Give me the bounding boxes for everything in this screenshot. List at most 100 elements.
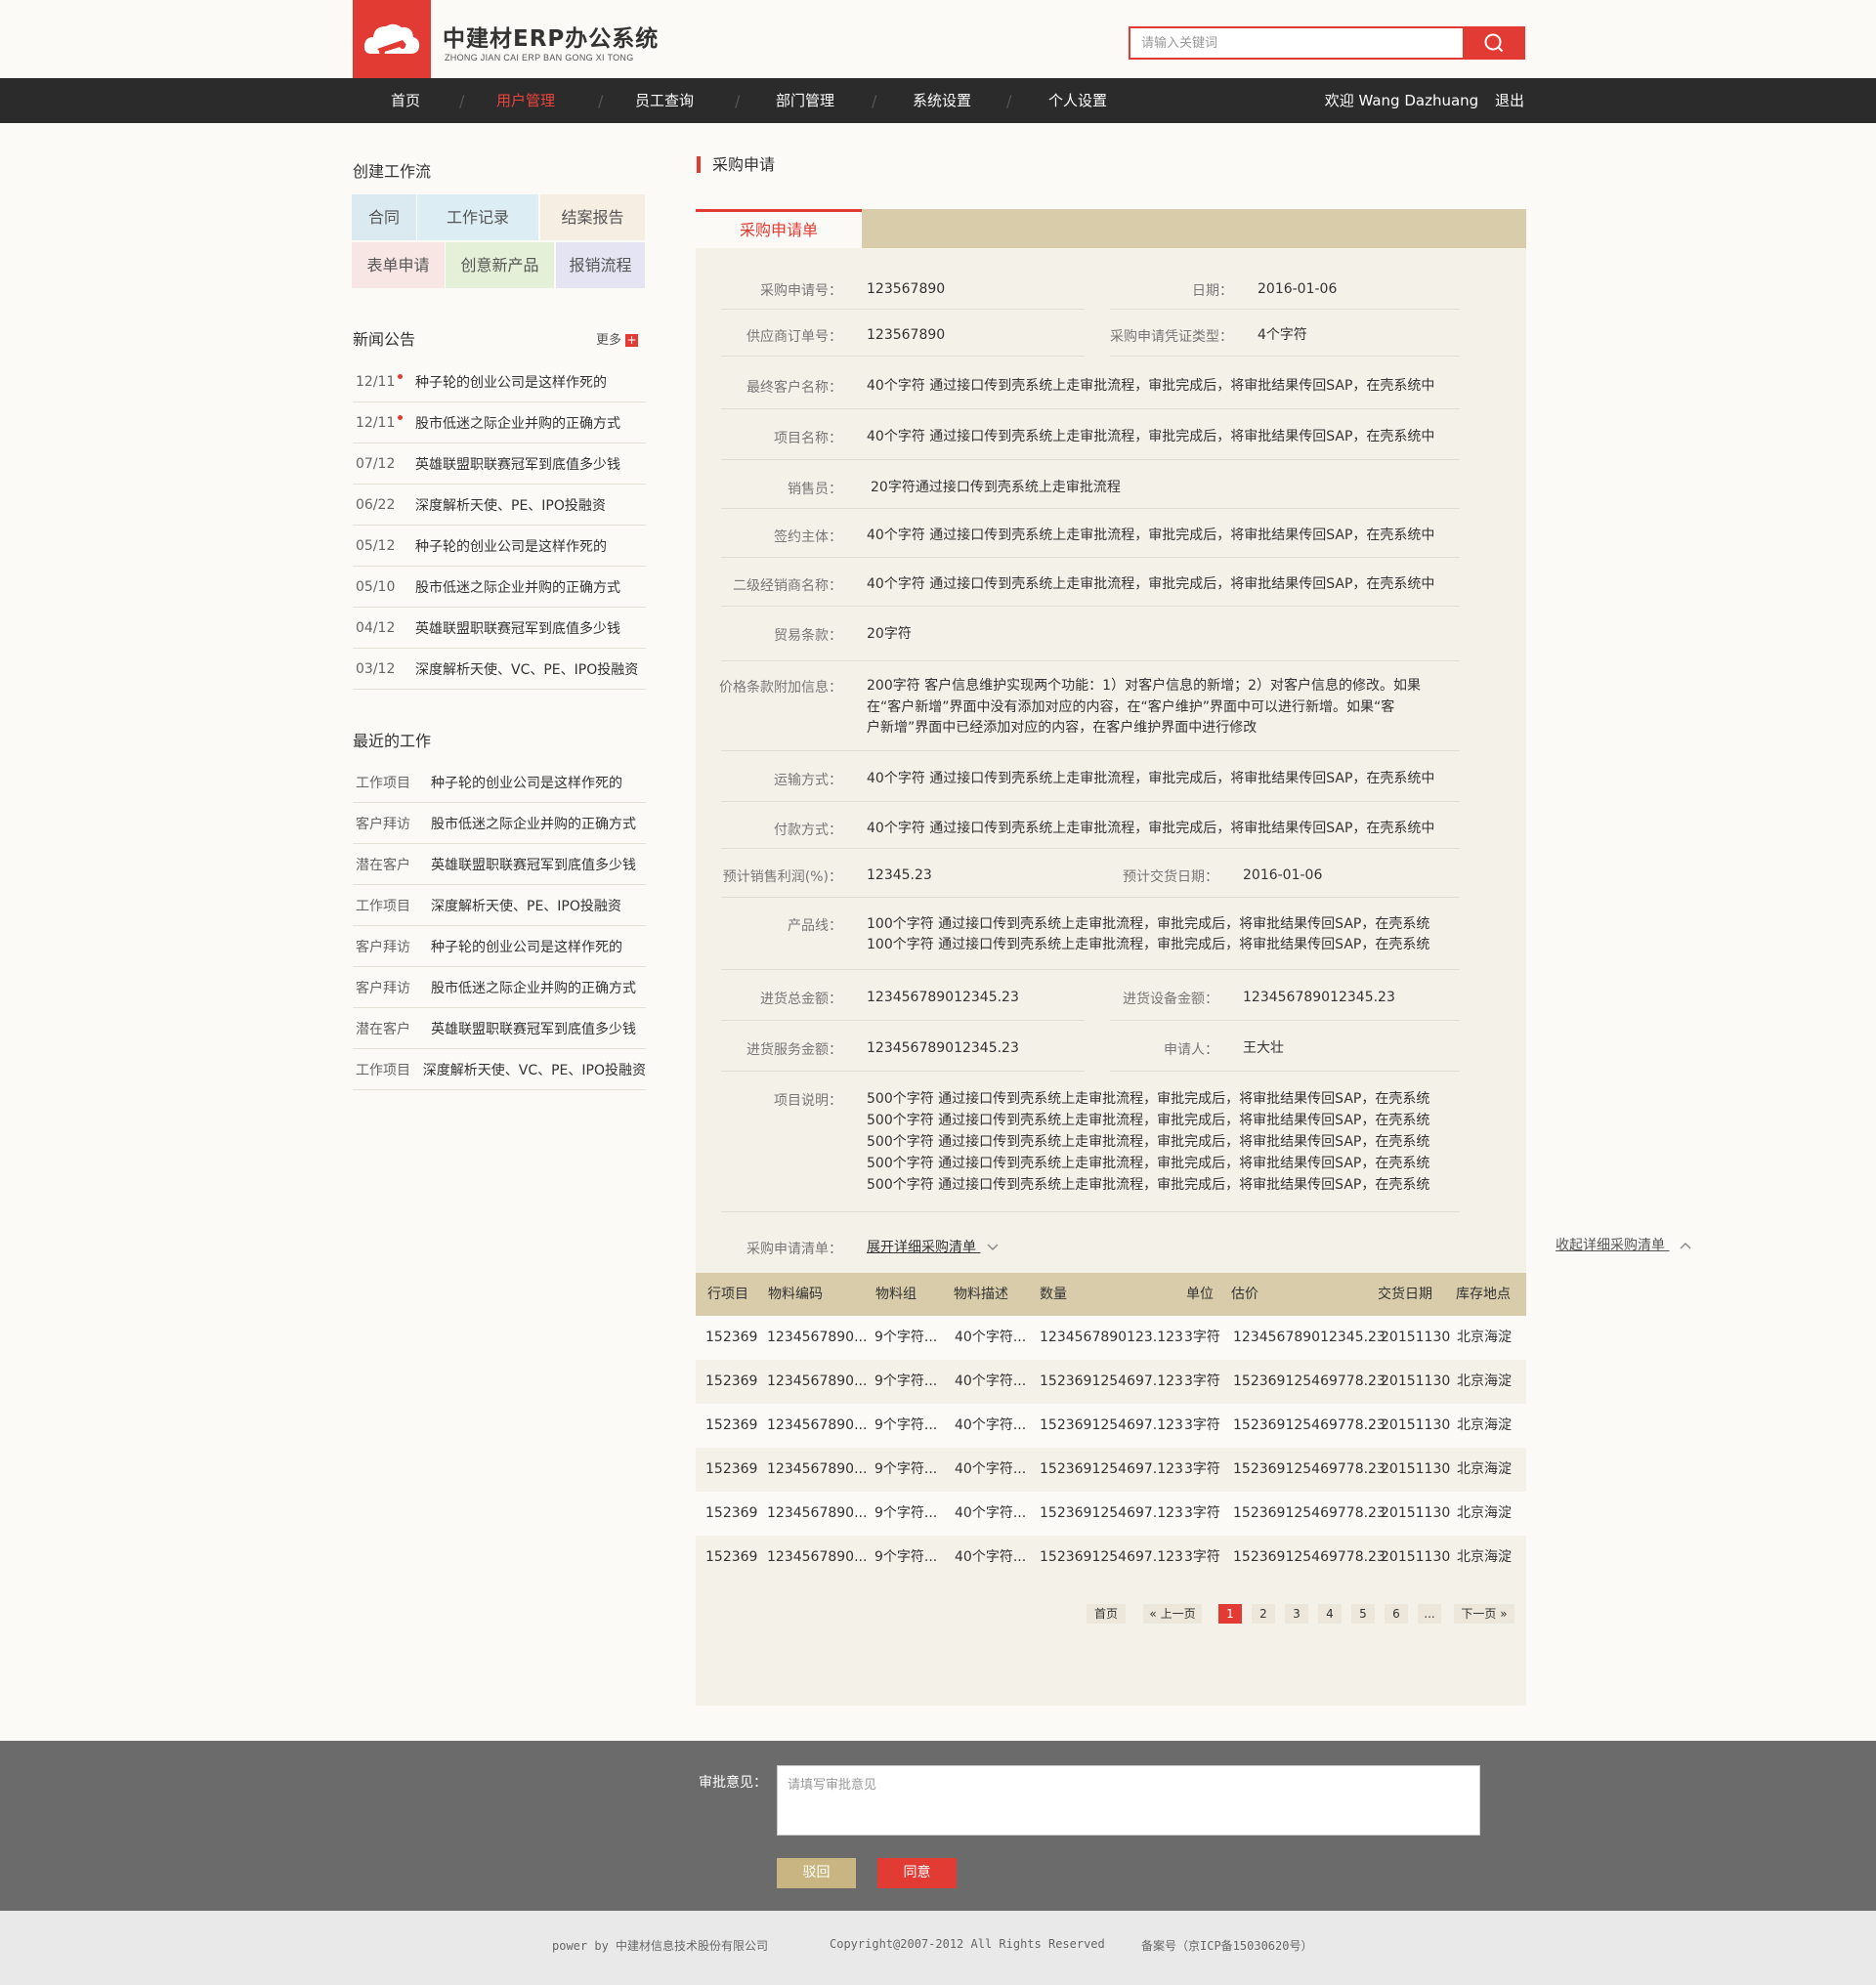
recent-work-item[interactable]: 客户拜访 种子轮的创业公司是这样作死的 xyxy=(353,926,646,967)
table-row[interactable]: 152369 1234567890... 9个字符... 40个字符... 152369… xyxy=(696,1404,1526,1448)
news-item[interactable]: 12/11 种子轮的创业公司是这样作死的 xyxy=(353,361,646,402)
news-date-text: 05/10 xyxy=(356,578,396,595)
workflow-tiles: 合同 工作记录 结案报告 表单申请 创意新产品 报销流程 xyxy=(352,194,645,290)
field-value-transport: 40个字符 通过接口传到壳系统上走审批流程，审批完成后，将审批结果传回SAP，在… xyxy=(867,771,1435,786)
search-button[interactable] xyxy=(1463,28,1523,58)
nav-item-employee-query[interactable]: 员工查询 xyxy=(633,78,696,123)
table-cell: 20151130 xyxy=(1381,1373,1451,1389)
recent-work-kind: 工作项目 xyxy=(356,1062,410,1078)
recent-work-item[interactable]: 工作项目 种子轮的创业公司是这样作死的 xyxy=(353,762,646,803)
table-header-cell[interactable]: 估价 xyxy=(1231,1273,1258,1316)
table-cell: 20151130 xyxy=(1381,1461,1451,1477)
recent-work-item[interactable]: 客户拜访 股市低迷之际企业并购的正确方式 xyxy=(353,803,646,844)
pager-first-button[interactable]: 首页 xyxy=(1087,1604,1126,1624)
field-label: 二级经销商名称： xyxy=(733,578,842,594)
table-header-cell[interactable]: 物料编码 xyxy=(768,1273,823,1316)
review-textarea[interactable] xyxy=(777,1765,1480,1836)
news-item[interactable]: 05/12 种子轮的创业公司是这样作死的 xyxy=(353,526,646,567)
recent-work-item[interactable]: 工作项目 深度解析天使、VC、PE、IPO投融资 xyxy=(353,1049,646,1090)
table-cell: 3字符 xyxy=(1184,1330,1220,1345)
tab-bar: 采购申请单 xyxy=(696,209,1526,248)
pager-page-button[interactable]: 6 xyxy=(1385,1604,1408,1624)
news-date-text: 12/11 xyxy=(356,414,396,431)
expand-list-link[interactable]: 展开详细采购清单 xyxy=(867,1237,1000,1256)
tile-contract[interactable]: 合同 xyxy=(352,194,416,240)
nav-separator: / xyxy=(872,92,877,110)
nav-item-department[interactable]: 部门管理 xyxy=(774,78,836,123)
nav-item-system-settings[interactable]: 系统设置 xyxy=(911,78,973,123)
table-header-cell[interactable]: 交货日期 xyxy=(1378,1273,1432,1316)
recent-work-kind: 潜在客户 xyxy=(356,857,410,873)
field-label: 销售员： xyxy=(788,482,842,497)
table-header-cell[interactable]: 物料描述 xyxy=(954,1273,1008,1316)
table-cell: 北京海淀 xyxy=(1457,1417,1512,1433)
table-row[interactable]: 152369 1234567890... 9个字符... 40个字符... 152369… xyxy=(696,1536,1526,1580)
logo[interactable] xyxy=(353,0,431,78)
table-header-cell[interactable]: 物料组 xyxy=(875,1273,917,1316)
pager-next-button[interactable]: 下一页 » xyxy=(1454,1604,1514,1624)
divider xyxy=(1110,1071,1460,1072)
pager-page-button[interactable]: 3 xyxy=(1285,1604,1308,1624)
table-cell: 152369 xyxy=(705,1461,758,1477)
tile-form-request[interactable]: 表单申请 xyxy=(352,242,445,288)
reject-button[interactable]: 驳回 xyxy=(777,1858,856,1888)
tile-case-report[interactable]: 结案报告 xyxy=(540,194,645,240)
agree-button[interactable]: 同意 xyxy=(877,1858,957,1888)
nav-separator: / xyxy=(735,92,741,110)
pager-prev-button[interactable]: « 上一页 xyxy=(1143,1604,1202,1624)
table-header: 行项目 物料编码 物料组 物料描述 数量 单位 估价 交货日期 库存地点 xyxy=(696,1273,1526,1316)
tile-reimbursement[interactable]: 报销流程 xyxy=(556,242,645,288)
table-cell: 3字符 xyxy=(1184,1373,1220,1389)
table-cell: 152369 xyxy=(705,1549,758,1565)
news-item[interactable]: 06/22 深度解析天使、PE、IPO投融资 xyxy=(353,485,646,526)
table-row[interactable]: 152369 1234567890... 9个字符... 40个字符... 152369… xyxy=(696,1360,1526,1404)
field-label: 供应商订单号： xyxy=(746,329,842,345)
divider xyxy=(721,459,1460,460)
recent-work-item[interactable]: 客户拜访 股市低迷之际企业并购的正确方式 xyxy=(353,967,646,1008)
table-header-cell[interactable]: 单位 xyxy=(1186,1273,1214,1316)
pager-page-button[interactable]: 1 xyxy=(1218,1604,1242,1624)
tile-work-record[interactable]: 工作记录 xyxy=(417,194,538,240)
nav-item-personal-settings[interactable]: 个人设置 xyxy=(1046,78,1109,123)
news-title: 种子轮的创业公司是这样作死的 xyxy=(415,538,607,555)
table-row[interactable]: 152369 1234567890... 9个字符... 40个字符... 152369… xyxy=(696,1448,1526,1492)
nav-item-user-management[interactable]: 用户管理 xyxy=(487,78,565,123)
news-item[interactable]: 04/12 英雄联盟职联赛冠军到底值多少钱 xyxy=(353,608,646,649)
table-row[interactable]: 152369 1234567890... 9个字符... 40个字符... 152369… xyxy=(696,1492,1526,1536)
recent-work-item[interactable]: 潜在客户 英雄联盟职联赛冠军到底值多少钱 xyxy=(353,844,646,885)
table-header-cell[interactable]: 库存地点 xyxy=(1456,1273,1511,1316)
pager-page-button[interactable]: 4 xyxy=(1318,1604,1342,1624)
table-row[interactable]: 152369 1234567890... 9个字符... 40个字符... 123456… xyxy=(696,1316,1526,1360)
news-item[interactable]: 05/10 股市低迷之际企业并购的正确方式 xyxy=(353,567,646,608)
search-input[interactable] xyxy=(1130,28,1463,58)
pager-page-button[interactable]: 2 xyxy=(1252,1604,1275,1624)
news-more-link[interactable]: 更多 + xyxy=(596,329,639,348)
news-date: 12/11 xyxy=(353,414,415,431)
field-label: 项目名称： xyxy=(774,431,842,446)
collapse-list-link[interactable]: 收起详细采购清单 xyxy=(1556,1235,1692,1254)
logout-link[interactable]: 退出 xyxy=(1495,92,1524,109)
recent-work-title: 英雄联盟职联赛冠军到底值多少钱 xyxy=(431,1021,636,1037)
recent-work-title: 深度解析天使、VC、PE、IPO投融资 xyxy=(422,1062,646,1078)
nav-item-home[interactable]: 首页 xyxy=(383,78,428,123)
table-cell: 北京海淀 xyxy=(1457,1461,1512,1477)
recent-work-item[interactable]: 潜在客户 英雄联盟职联赛冠军到底值多少钱 xyxy=(353,1008,646,1049)
tab-purchase-request[interactable]: 采购申请单 xyxy=(696,209,862,248)
divider xyxy=(721,557,1460,558)
table-header-cell[interactable]: 数量 xyxy=(1040,1273,1067,1316)
tile-new-product[interactable]: 创意新产品 xyxy=(446,242,554,288)
recent-work-item[interactable]: 工作项目 深度解析天使、PE、IPO投融资 xyxy=(353,885,646,926)
table-cell: 1234567890... xyxy=(767,1549,868,1565)
pager-page-button[interactable]: ... xyxy=(1418,1604,1441,1624)
field-label: 采购申请号： xyxy=(760,283,842,299)
expand-list-label: 展开详细采购清单 xyxy=(867,1240,976,1255)
field-value-desc-line: 500个字符 通过接口传到壳系统上走审批流程，审批完成后，将审批结果传回SAP，… xyxy=(867,1113,1430,1128)
table-header-cell[interactable]: 行项目 xyxy=(707,1273,748,1316)
news-item[interactable]: 07/12 英雄联盟职联赛冠军到底值多少钱 xyxy=(353,443,646,485)
logo-title: 中建材ERP办公系统 xyxy=(443,26,660,52)
review-section: 审批意见： 驳回 同意 xyxy=(0,1741,1876,1911)
pager-page-button[interactable]: 5 xyxy=(1351,1604,1375,1624)
field-value-price-line: 200字符 客户信息维护实现两个功能：1）对客户信息的新增；2）对客户信息的修改… xyxy=(867,678,1421,694)
news-item[interactable]: 12/11 股市低迷之际企业并购的正确方式 xyxy=(353,402,646,443)
news-item[interactable]: 03/12 深度解析天使、VC、PE、IPO投融资 xyxy=(353,649,646,690)
